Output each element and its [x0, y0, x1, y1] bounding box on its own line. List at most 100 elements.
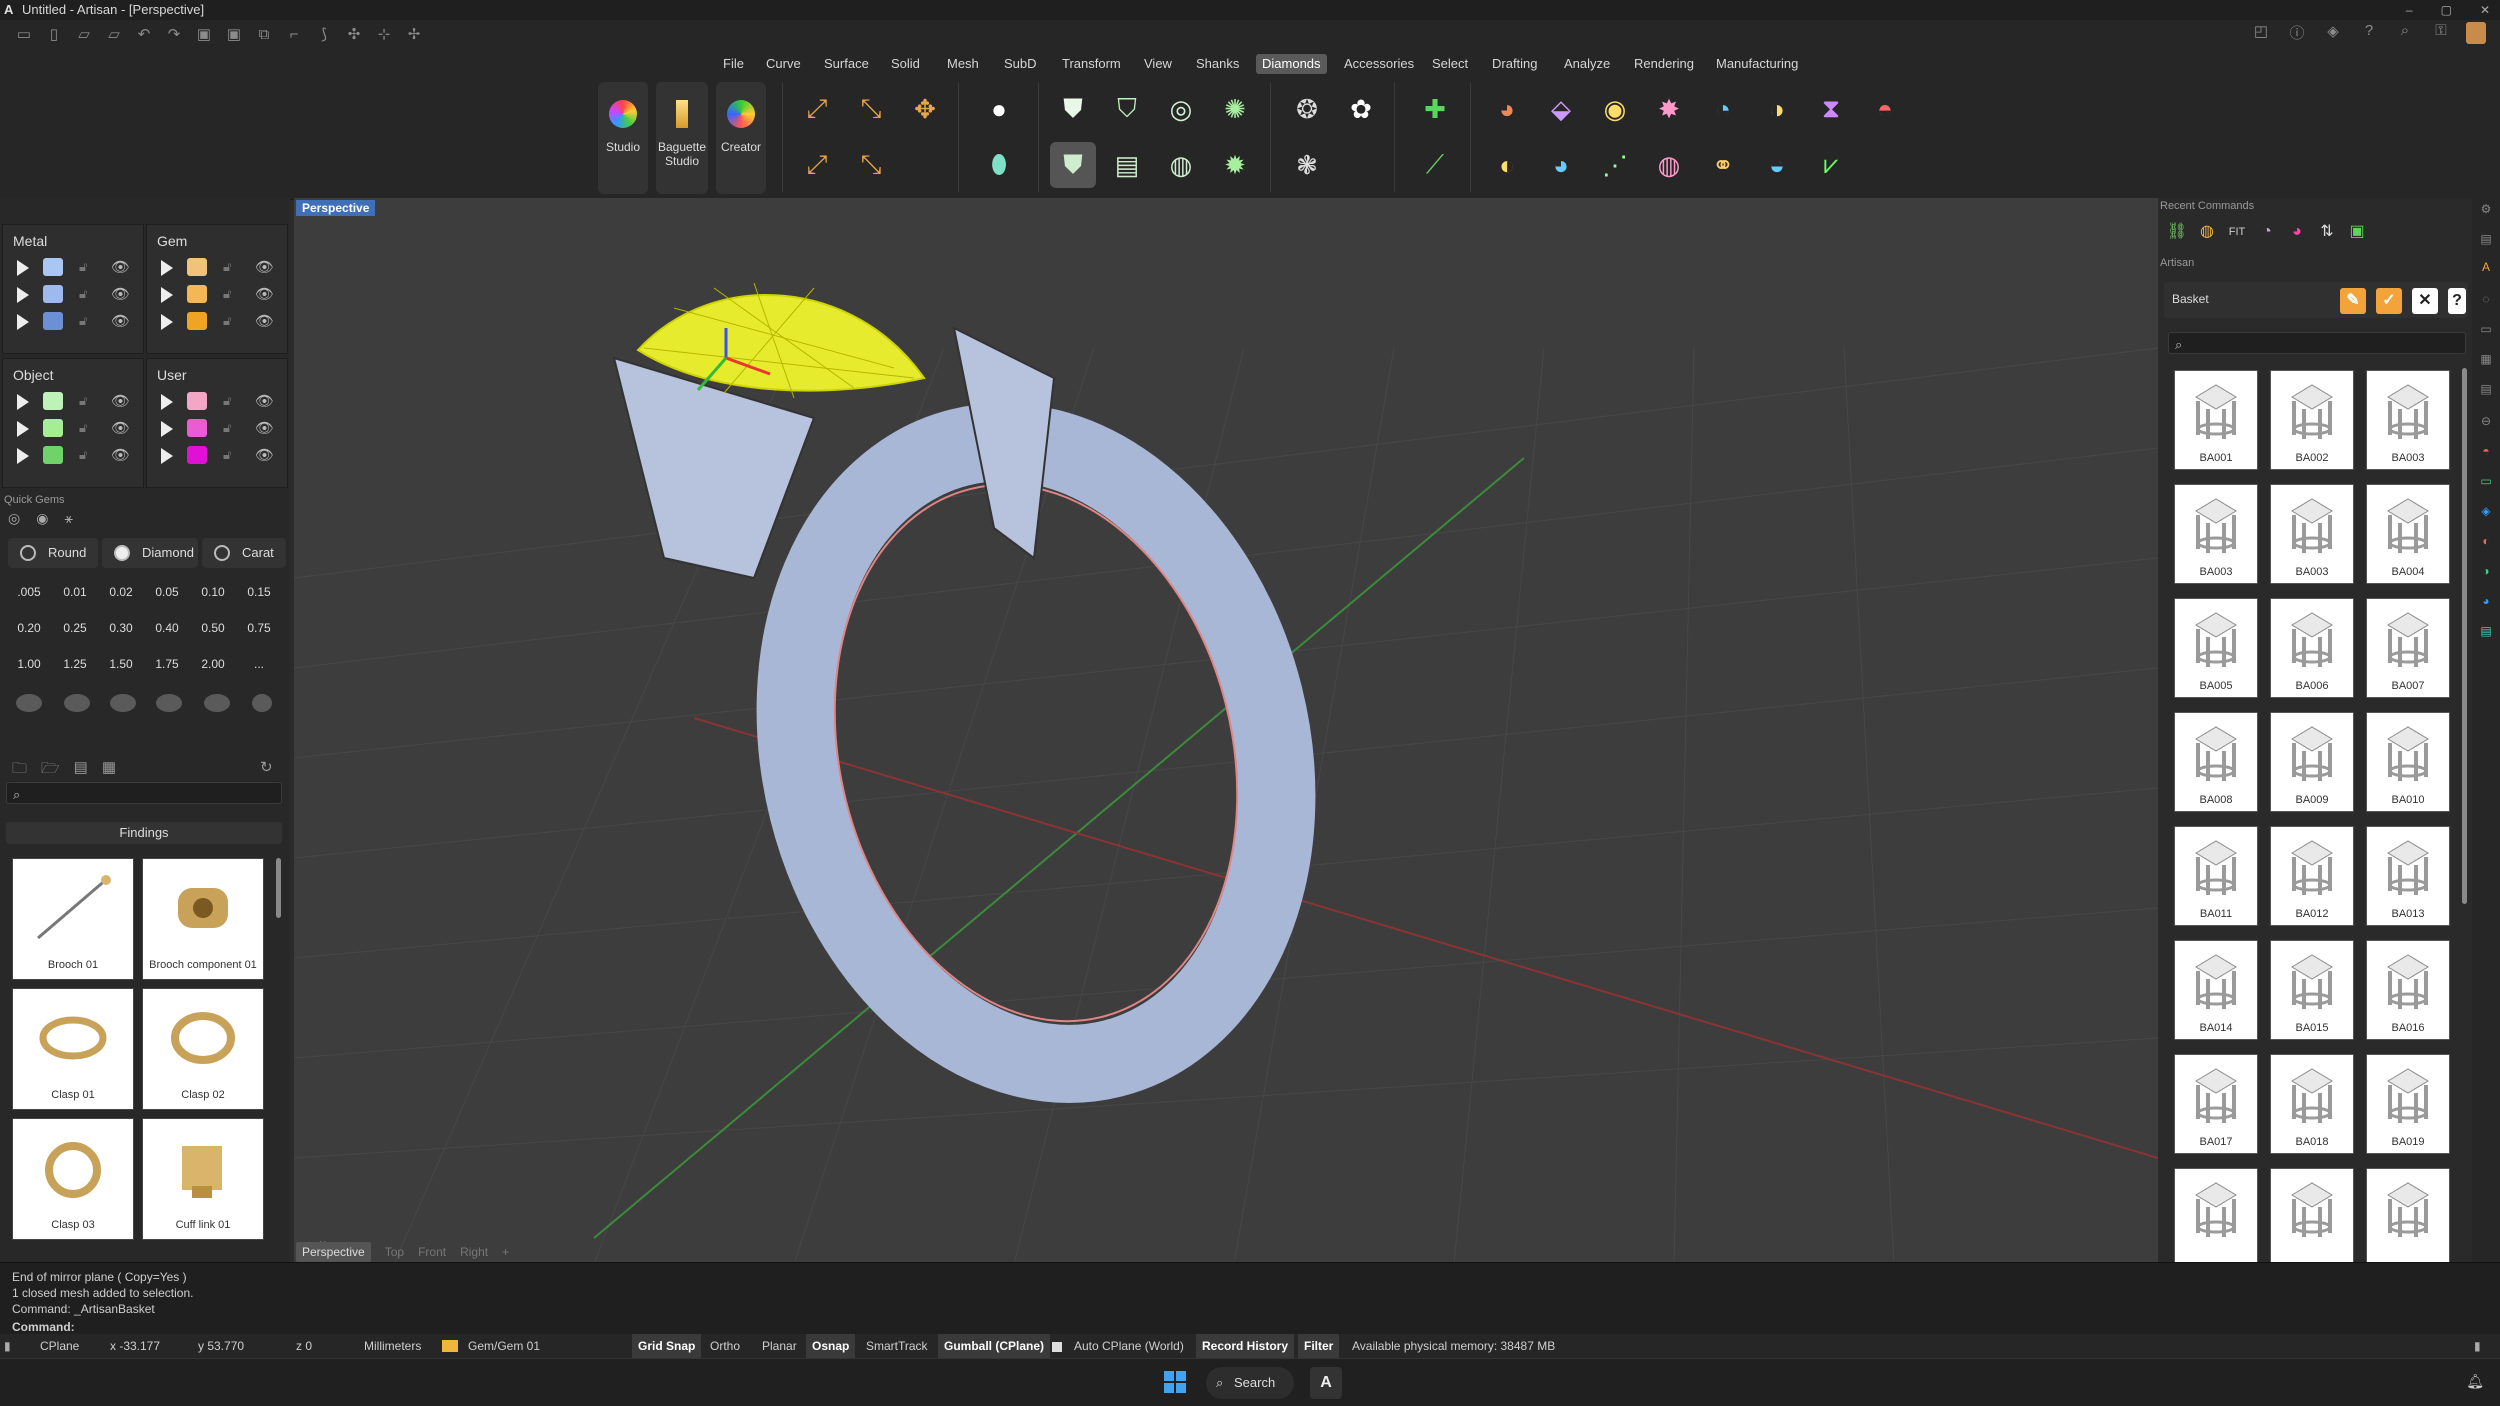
gem-material-icon[interactable]: ◓: [1862, 86, 1908, 132]
basket-item[interactable]: BA012: [2270, 826, 2354, 926]
help-icon[interactable]: ?: [2358, 22, 2380, 44]
prong-setting-icon[interactable]: ⛊: [1050, 86, 1096, 132]
display-icon[interactable]: ◈: [2478, 504, 2494, 520]
menu-surface[interactable]: Surface: [818, 54, 875, 74]
play-icon[interactable]: [17, 314, 29, 330]
taskbar-search[interactable]: ⌕ Search: [1206, 1367, 1294, 1399]
folder-open-icon[interactable]: 🗁: [41, 758, 60, 783]
head-setting-icon[interactable]: ✺: [1212, 86, 1258, 132]
save-icon[interactable]: ▣: [194, 26, 214, 44]
halo-setting-icon[interactable]: ◎: [1158, 86, 1204, 132]
light-icon[interactable]: ◐: [2478, 534, 2494, 550]
cplane-label[interactable]: CPlane: [34, 1334, 85, 1358]
info-icon[interactable]: ⓘ: [2286, 22, 2308, 44]
basket-scrollbar[interactable]: [2462, 368, 2467, 904]
gem-array-icon[interactable]: ⤢: [794, 142, 840, 188]
gem-size-button[interactable]: 0.30: [100, 614, 142, 642]
finding-item[interactable]: Clasp 03: [12, 1118, 134, 1240]
pave-grid-icon[interactable]: ❃: [1284, 142, 1330, 188]
gem-split-icon[interactable]: ◐: [1484, 142, 1530, 188]
gem-shape-pear-icon[interactable]: [156, 694, 182, 712]
gem-shape-oval-icon[interactable]: [64, 694, 90, 712]
play-icon[interactable]: [161, 421, 173, 437]
gem-spectrum-icon[interactable]: ✸: [1646, 86, 1692, 132]
eye-icon[interactable]: 👁︎: [111, 392, 130, 410]
basket-search-input[interactable]: ⌕: [2168, 332, 2466, 354]
eye-icon[interactable]: 👁︎: [255, 392, 274, 410]
close-panel-button[interactable]: ✕: [2412, 288, 2438, 314]
gem-size-button[interactable]: 1.75: [146, 650, 188, 678]
confirm-button[interactable]: ✓: [2376, 288, 2402, 314]
finding-item[interactable]: Clasp 02: [142, 988, 264, 1110]
library-panel-icon[interactable]: ▤: [2478, 624, 2494, 640]
oval-gem-icon[interactable]: ⬮: [976, 142, 1022, 188]
menu-view[interactable]: View: [1138, 54, 1178, 74]
properties-icon[interactable]: ▦: [2478, 352, 2494, 368]
basket-item[interactable]: BA010: [2366, 712, 2450, 812]
edit-button[interactable]: ✎: [2340, 288, 2366, 314]
sketch-icon[interactable]: ⌐: [284, 26, 304, 44]
grid-snap-toggle[interactable]: Grid Snap: [632, 1334, 702, 1358]
tab-front[interactable]: Front: [418, 1242, 446, 1262]
layer-color-swatch[interactable]: [43, 392, 63, 410]
layer-color-swatch[interactable]: [43, 258, 63, 276]
lock-icon[interactable]: 🔓︎: [223, 286, 231, 302]
env-icon[interactable]: ⊖: [2478, 414, 2494, 430]
play-icon[interactable]: [161, 314, 173, 330]
play-icon[interactable]: [161, 448, 173, 464]
menu-shanks[interactable]: Shanks: [1190, 54, 1245, 74]
menu-accessories[interactable]: Accessories: [1338, 54, 1420, 74]
polyline-icon[interactable]: ⟆: [314, 26, 334, 44]
gem-flip-icon[interactable]: ⩗: [1808, 142, 1854, 188]
finding-item[interactable]: Cuff link 01: [142, 1118, 264, 1240]
eye-icon[interactable]: 👁︎: [111, 419, 130, 437]
smarttrack-toggle[interactable]: SmartTrack: [860, 1334, 934, 1358]
recent-command-icon[interactable]: ⛓: [2166, 220, 2188, 244]
command-prompt[interactable]: Command:: [12, 1319, 75, 1335]
basket-item[interactable]: BA007: [2366, 598, 2450, 698]
basket-item[interactable]: BA005: [2174, 598, 2258, 698]
gem-inspect-icon[interactable]: ◉: [1592, 86, 1638, 132]
gem-info-icon[interactable]: ⬙: [1538, 86, 1584, 132]
basket-item[interactable]: [2174, 1168, 2258, 1268]
menu-drafting[interactable]: Drafting: [1486, 54, 1544, 74]
folder-icon[interactable]: 🗀: [12, 758, 27, 783]
artisan-taskbar-icon[interactable]: A: [1310, 1367, 1342, 1399]
gem-on-curve-icon[interactable]: ⤢: [794, 86, 840, 132]
document-icon[interactable]: ▭: [2478, 322, 2494, 338]
osnap-toggle[interactable]: Osnap: [806, 1334, 856, 1358]
texture-icon[interactable]: ◕: [2478, 594, 2494, 610]
gem-size-button[interactable]: 2.00: [192, 650, 234, 678]
layer-color-swatch[interactable]: [43, 419, 63, 437]
artisan-icon[interactable]: A: [2478, 260, 2494, 276]
menu-subd[interactable]: SubD: [998, 54, 1043, 74]
search-icon[interactable]: ⌕: [2394, 22, 2416, 44]
creator-button[interactable]: Creator: [716, 82, 766, 194]
gem-cluster-icon[interactable]: ✥: [902, 86, 948, 132]
gem-size-button[interactable]: 0.40: [146, 614, 188, 642]
view-icon[interactable]: ▭: [2478, 474, 2494, 490]
menu-select[interactable]: Select: [1426, 54, 1474, 74]
lock-icon[interactable]: 🔓︎: [223, 393, 231, 409]
help-button[interactable]: ?: [2448, 288, 2466, 314]
new-icon[interactable]: ▭: [14, 26, 34, 44]
panel-toggle-icon[interactable]: ▮: [4, 1334, 20, 1358]
gem-size-button[interactable]: 0.15: [238, 578, 280, 606]
cutter-icon[interactable]: ✚: [1412, 86, 1458, 132]
menu-file[interactable]: File: [717, 54, 750, 74]
recent-command-icon[interactable]: ◕: [2286, 220, 2308, 244]
gem-mix-icon[interactable]: ◕: [1538, 142, 1584, 188]
add-viewport-button[interactable]: +: [502, 1242, 509, 1262]
basket-item[interactable]: BA013: [2366, 826, 2450, 926]
lock-icon[interactable]: 🔓︎: [79, 313, 87, 329]
layer-color-swatch[interactable]: [187, 446, 207, 464]
material-icon[interactable]: ◌: [2478, 292, 2494, 308]
layer-color-swatch[interactable]: [43, 312, 63, 330]
gem-size-button[interactable]: 0.05: [146, 578, 188, 606]
layers-panel-icon[interactable]: ▤: [2478, 382, 2494, 398]
play-icon[interactable]: [161, 287, 173, 303]
basket-item[interactable]: BA003: [2366, 370, 2450, 470]
dimension-icon[interactable]: ⊹: [374, 26, 394, 44]
refresh-icon[interactable]: ↻: [260, 758, 273, 776]
menu-curve[interactable]: Curve: [760, 54, 807, 74]
